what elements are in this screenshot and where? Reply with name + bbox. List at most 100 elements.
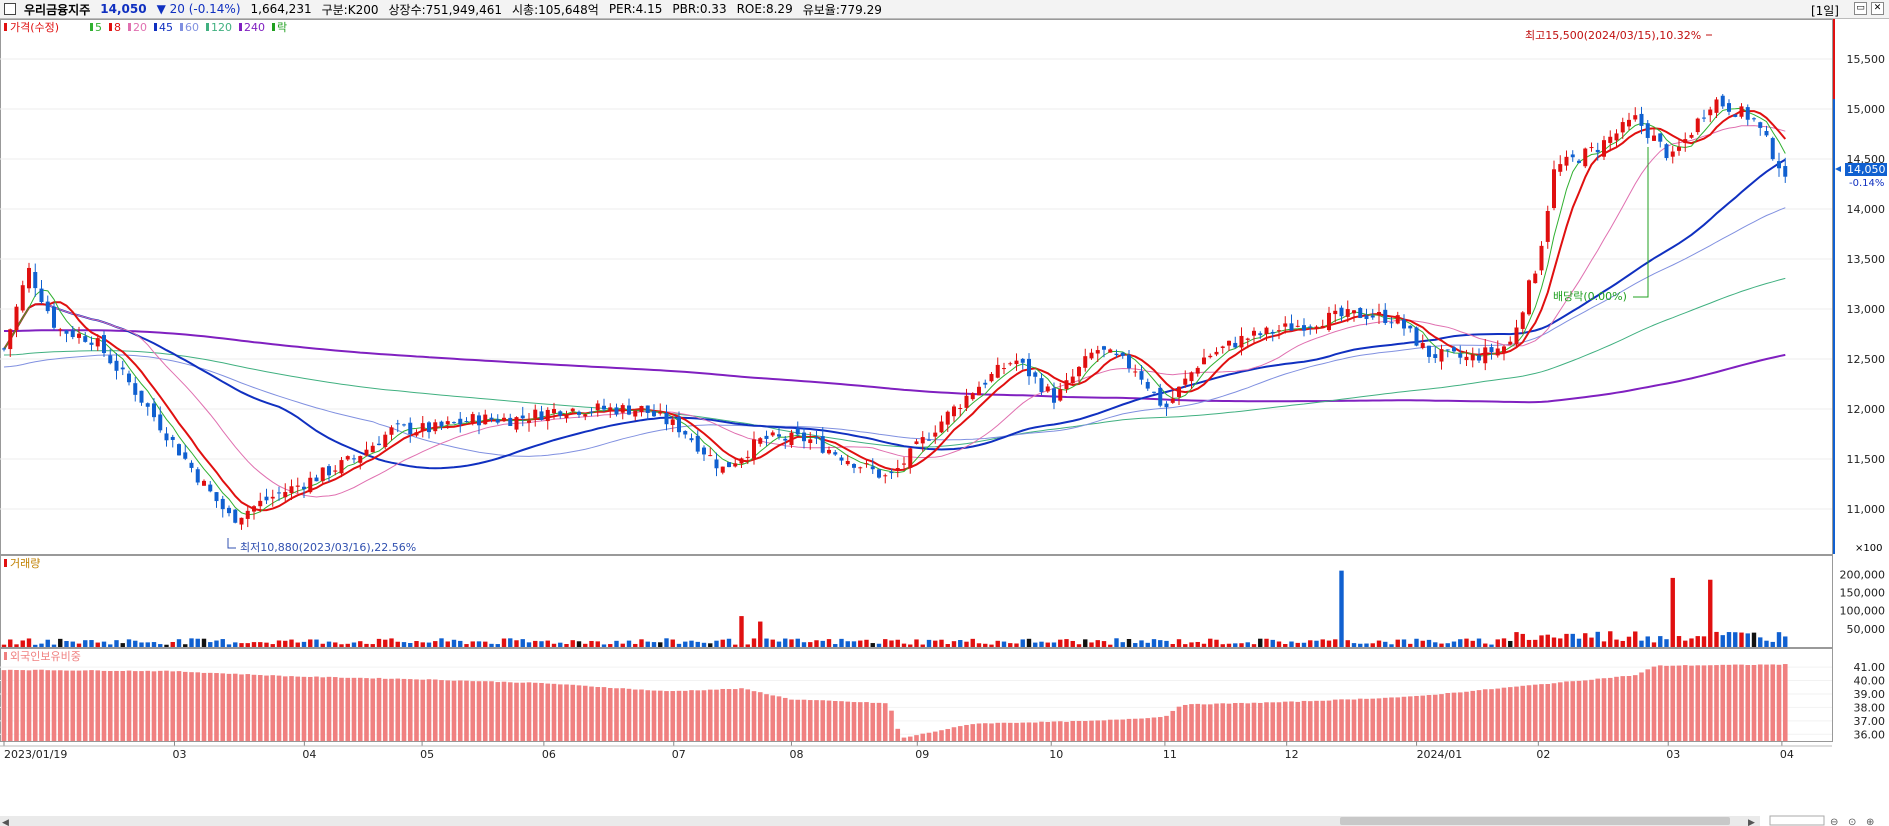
volume-bar	[939, 639, 944, 647]
candle-body	[1627, 119, 1631, 127]
foreign-bar	[232, 673, 238, 741]
volume-bar	[333, 642, 338, 647]
candle-body	[964, 395, 969, 408]
current-change-label: -0.14%	[1849, 178, 1884, 189]
period-label[interactable]: [1일]	[1811, 2, 1839, 19]
candle-body	[627, 405, 631, 415]
foreign-bar	[1420, 695, 1426, 741]
candle-body	[1402, 319, 1406, 329]
foreign-bar	[476, 681, 482, 741]
volume-bar	[1626, 636, 1632, 647]
zoom-in-icon[interactable]: ⊕	[1866, 817, 1874, 826]
candle-body	[1645, 123, 1650, 138]
candle-body	[277, 492, 281, 494]
volume-bar	[470, 641, 475, 647]
candle-body	[1289, 323, 1294, 331]
foreign-bar	[1676, 665, 1682, 741]
foreign-bar	[364, 678, 369, 741]
foreign-bar	[707, 689, 713, 741]
foreign-bar	[1664, 665, 1669, 741]
volume-bar	[1089, 642, 1094, 647]
candle-body	[14, 306, 19, 331]
volume-bar	[195, 638, 200, 647]
candle-body	[1495, 348, 1500, 356]
foreign-bar	[745, 689, 751, 741]
volume-bar	[1295, 642, 1300, 647]
volume-bar	[1489, 644, 1494, 647]
ma-legend-swatch	[206, 23, 209, 31]
foreign-bar	[714, 689, 719, 741]
volume-bar	[326, 641, 332, 647]
foreign-bar	[64, 670, 69, 741]
candle-body	[1202, 357, 1206, 365]
foreign-bar	[1270, 702, 1276, 741]
candle-body	[1720, 95, 1725, 107]
foreign-bar	[1670, 665, 1676, 741]
chart-checkbox[interactable]	[4, 3, 16, 15]
foreign-bar	[1489, 689, 1494, 741]
candle-body	[1070, 376, 1075, 384]
foreign-bar	[339, 677, 344, 741]
foreign-bar	[151, 671, 157, 741]
volume-bar	[1108, 644, 1113, 647]
volume-bar	[958, 640, 963, 647]
candle-body	[995, 364, 1000, 378]
candle-body	[1264, 327, 1269, 335]
foreign-bar	[1107, 719, 1113, 741]
candle-body	[227, 507, 231, 514]
foreign-bar	[1701, 665, 1707, 741]
date-label: 2023/01/19	[4, 748, 67, 761]
foreign-bar	[1026, 722, 1032, 741]
zoom-out-icon[interactable]: ⊖	[1830, 817, 1838, 826]
volume-bar	[1145, 642, 1150, 647]
volume-bar	[683, 641, 688, 647]
candle-body	[970, 393, 975, 400]
foreign-bar	[1520, 685, 1526, 741]
candle-body	[1352, 310, 1356, 314]
ma-legend-label: 45	[159, 21, 173, 34]
foreign-tick-label: 41.00	[1854, 661, 1886, 674]
volume-bar	[1301, 642, 1307, 647]
foreign-bar	[114, 670, 119, 741]
foreign-bar	[976, 723, 982, 741]
volume-bar	[751, 638, 757, 647]
candle-body	[1208, 355, 1213, 358]
volume-bar	[1208, 638, 1213, 647]
candle-body	[1764, 131, 1769, 136]
volume-bar	[1076, 644, 1082, 647]
volume-bar	[1533, 639, 1538, 647]
ma-legend-label: 5	[95, 21, 102, 34]
candle-body	[758, 438, 763, 444]
zoom-reset-icon[interactable]: ⊙	[1848, 817, 1856, 826]
candle-body	[189, 462, 194, 468]
volume-bar	[489, 643, 494, 647]
foreign-bar	[70, 670, 76, 741]
candle-body	[1233, 342, 1238, 348]
foreign-bar	[20, 670, 26, 741]
volume-bar	[464, 644, 469, 647]
scroll-left-icon[interactable]: ◀	[2, 818, 9, 826]
candle-body	[414, 432, 419, 436]
foreign-bar	[1582, 680, 1588, 741]
scrollbar-thumb[interactable]	[1340, 817, 1730, 825]
volume-bar	[739, 616, 744, 647]
chart-canvas[interactable]: 11,000 11,500 12,000 12,500 13,000 13,500 14,0…	[0, 19, 1889, 826]
date-label: 09	[915, 748, 929, 761]
candle-body	[1058, 389, 1063, 401]
zoom-slider[interactable]	[1769, 815, 1825, 826]
volume-bar	[970, 638, 975, 647]
volume-bar	[1170, 644, 1175, 647]
foreign-bar	[901, 737, 907, 741]
foreign-bar	[876, 702, 882, 741]
minimize-icon[interactable]: ▭	[1854, 2, 1867, 15]
foreign-bar	[1370, 698, 1376, 741]
volume-bar	[601, 644, 607, 647]
close-icon[interactable]: ✕	[1871, 2, 1884, 15]
scroll-right-icon[interactable]: ▶	[1748, 818, 1755, 826]
volume-bar	[1139, 640, 1144, 647]
volume-bar	[995, 640, 1000, 647]
foreign-bar	[1351, 699, 1357, 741]
volume-bar	[1620, 640, 1625, 647]
foreign-bar	[1126, 718, 1132, 741]
foreign-bar	[1264, 702, 1269, 741]
